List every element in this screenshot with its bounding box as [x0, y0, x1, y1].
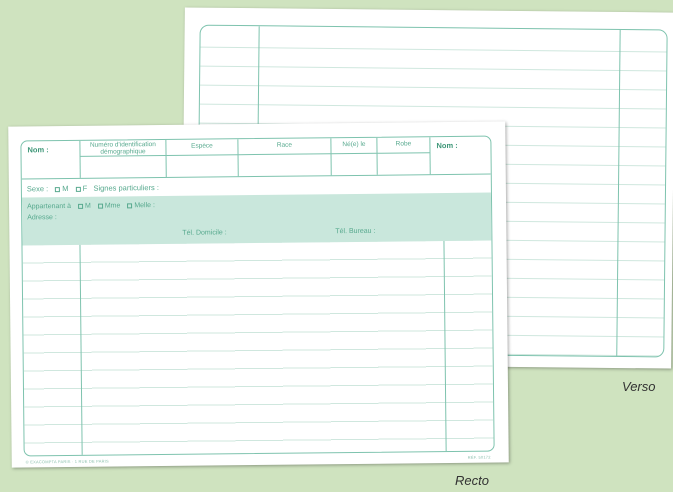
adresse-label: Adresse :	[27, 214, 57, 222]
verso-caption: Verso	[622, 379, 656, 394]
recto-card: Nom : Numéro d'identification démographi…	[8, 121, 509, 468]
header-numero-label: Numéro d'identification démographique	[80, 139, 166, 157]
owner-melle-checkbox[interactable]	[127, 202, 133, 209]
owner-m-label: M	[84, 202, 91, 210]
sexe-label: Sexe :	[26, 184, 49, 194]
sexe-m-checkbox[interactable]	[55, 186, 61, 192]
sexe-m-label: M	[62, 183, 69, 194]
tel-domicile-label: Tél. Domicile :	[182, 229, 227, 237]
owner-mme-label: Mme	[104, 202, 121, 210]
header-espece-label: Espèce	[166, 139, 238, 156]
sexe-f-label: F	[82, 183, 88, 193]
header-nom-left: Nom :	[21, 140, 81, 179]
appartenant-line: Appartenant à M Mme Melle :	[27, 202, 155, 210]
notes-lined-area	[22, 240, 494, 457]
owner-melle-label: Melle :	[134, 202, 155, 210]
recto-frame: Nom : Numéro d'identification démographi…	[20, 135, 495, 457]
notes-left-column-divider	[79, 244, 83, 457]
tel-bureau-label: Tél. Bureau :	[335, 227, 376, 236]
appartenant-label: Appartenant à	[27, 202, 72, 211]
owner-band: Appartenant à M Mme Melle : Adresse : Té…	[21, 192, 492, 246]
verso-right-column-divider	[616, 29, 621, 356]
signes-particuliers-label: Signes particuliers :	[93, 183, 159, 193]
footer-right-text: RÉF. 50172	[467, 454, 491, 460]
header-ne-le-label: Né(e) le	[331, 137, 377, 155]
sexe-f-checkbox[interactable]	[75, 186, 81, 192]
header-ne-le: Né(e) le	[331, 137, 378, 176]
recto-caption: Recto	[455, 473, 489, 488]
header-nom-left-label: Nom :	[27, 145, 49, 155]
header-nom-right: Nom :	[430, 137, 492, 175]
notes-right-column-divider	[443, 241, 447, 454]
header-robe: Robe	[377, 137, 431, 175]
footer-left-text: © EXACOMPTA PARIS · 1 RUE DE PARIS	[25, 458, 109, 465]
header-numero: Numéro d'identification démographique	[80, 139, 167, 178]
owner-m-checkbox[interactable]	[77, 203, 84, 209]
header-race: Race	[238, 138, 332, 177]
owner-mme-checkbox[interactable]	[97, 203, 103, 209]
header-race-label: Race	[238, 138, 331, 156]
header-robe-label: Robe	[377, 137, 430, 154]
header-espece: Espèce	[166, 139, 239, 177]
header-nom-right-label: Nom :	[436, 140, 458, 151]
header-row: Nom : Numéro d'identification démographi…	[21, 137, 490, 179]
